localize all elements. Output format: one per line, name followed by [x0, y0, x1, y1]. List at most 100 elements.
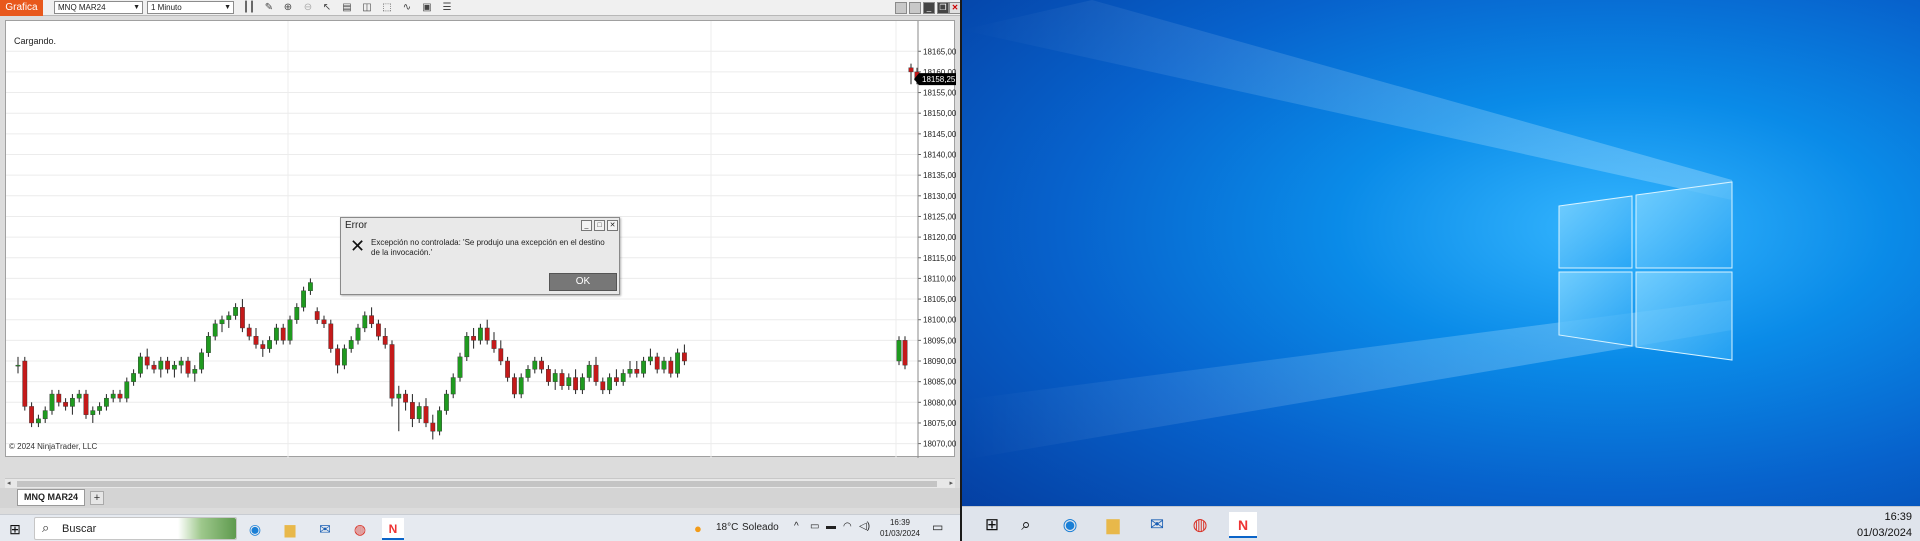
start-icon[interactable]: ⊞	[978, 512, 1006, 538]
y-tick-label: 18070,00	[923, 440, 956, 449]
start-icon[interactable]: ⊞	[4, 518, 26, 540]
clock-time[interactable]: 16:39	[878, 518, 922, 527]
current-price-label: 18158,25	[922, 75, 956, 84]
weather-icon[interactable]: ●	[694, 521, 702, 536]
error-dialog: Error _ □ ✕ ✕ Excepción no controlada: '…	[340, 217, 620, 295]
candle-down	[56, 393, 62, 403]
y-tick-label: 18080,00	[923, 398, 956, 407]
candle-up	[348, 340, 354, 349]
dialog-title: Error	[345, 220, 368, 231]
file-explorer-icon[interactable]: ▆	[279, 518, 301, 540]
candle-up	[267, 340, 272, 349]
candle-up	[137, 356, 143, 374]
ninjatrader-icon[interactable]: N	[382, 518, 404, 540]
ninjatrader-icon[interactable]: N	[1229, 512, 1257, 538]
y-tick-label: 18105,00	[923, 295, 956, 304]
edge-icon[interactable]: ◉	[1056, 512, 1084, 538]
candle-up	[233, 307, 238, 316]
candle-down	[151, 364, 157, 370]
wifi-icon[interactable]: ◠	[843, 521, 852, 532]
tile-icon[interactable]	[895, 2, 907, 14]
search-input[interactable]: ⌕ Buscar	[34, 517, 237, 540]
zoom-out-icon[interactable]: ⊖	[301, 1, 315, 15]
weather-text[interactable]: Soleado	[742, 522, 779, 533]
candle-up	[36, 418, 41, 424]
candle-down	[654, 356, 660, 370]
chart-toolbar: Grafica MNQ MAR24 ▼ 1 Minuto ▼ ┃┃ ✎ ⊕ ⊖ …	[0, 0, 960, 16]
clock-time[interactable]: 16:39	[1884, 511, 1912, 523]
weather-temp[interactable]: 18°C	[716, 522, 738, 533]
ok-button[interactable]: OK	[549, 273, 617, 291]
mail-icon[interactable]: ✉	[1143, 512, 1171, 538]
clock-date[interactable]: 01/03/2024	[876, 529, 924, 538]
candle-down	[512, 377, 517, 395]
candle-down	[403, 393, 408, 403]
candle-up	[212, 323, 218, 337]
volume-icon[interactable]: ◁)	[859, 521, 870, 532]
candle-down	[902, 340, 908, 366]
interval-select[interactable]: 1 Minuto ▼	[147, 1, 234, 14]
error-x-icon: ✕	[350, 236, 366, 256]
candle-up	[178, 360, 184, 366]
candle-up	[294, 307, 300, 320]
zoom-in-icon[interactable]: ⊕	[281, 1, 295, 15]
file-explorer-icon[interactable]: ▆	[1099, 512, 1127, 538]
list-icon[interactable]: ☰	[440, 1, 454, 15]
notification-icon[interactable]: ▭	[932, 520, 943, 534]
candle-up	[219, 319, 225, 325]
strategy-icon[interactable]: ▣	[420, 1, 434, 15]
candle-down	[260, 344, 266, 349]
clock-date[interactable]: 01/03/2024	[1857, 527, 1912, 539]
restore-button[interactable]: ❐	[937, 2, 949, 14]
draw-pencil-icon[interactable]: ✎	[262, 1, 276, 15]
search-icon[interactable]: ⌕	[1012, 512, 1040, 538]
candle-down	[634, 369, 640, 374]
chart-tab-bar: MNQ MAR24 +	[0, 488, 960, 508]
close-icon[interactable]: ✕	[607, 220, 618, 231]
candle-up	[518, 377, 524, 395]
y-tick-label: 18090,00	[923, 357, 956, 366]
chrome-icon[interactable]: ◍	[1186, 512, 1214, 538]
candle-down	[280, 327, 286, 341]
chrome-icon[interactable]: ◍	[349, 518, 371, 540]
network-icon[interactable]: ▭	[810, 521, 819, 532]
candle-up	[627, 369, 633, 374]
y-tick-label: 18095,00	[923, 336, 956, 345]
chevron-down-icon: ▼	[224, 4, 231, 11]
minimize-button[interactable]: _	[923, 2, 935, 14]
horizontal-scrollbar[interactable]: ◂ ▸	[5, 478, 955, 488]
pointer-icon[interactable]: ↖	[320, 1, 334, 15]
light-beam	[962, 0, 1732, 200]
window-title[interactable]: Grafica	[0, 0, 43, 16]
instrument-select[interactable]: MNQ MAR24 ▼	[54, 1, 143, 14]
candle-up	[205, 336, 211, 353]
chevron-up-icon[interactable]: ^	[794, 521, 799, 532]
mail-icon[interactable]: ✉	[314, 518, 336, 540]
candle-down	[410, 402, 415, 420]
candle-up	[90, 410, 96, 415]
properties-icon[interactable]: ▤	[340, 1, 354, 15]
template-icon[interactable]: ◫	[360, 1, 374, 15]
tile-icon[interactable]	[909, 2, 921, 14]
candle-up	[641, 360, 647, 374]
scroll-thumb[interactable]	[17, 481, 937, 487]
candle-down	[505, 360, 510, 378]
scroll-right-icon[interactable]: ▸	[949, 479, 953, 487]
search-placeholder: Buscar	[62, 523, 97, 535]
maximize-icon[interactable]: □	[594, 220, 605, 231]
candle-up	[199, 352, 204, 370]
edge-icon[interactable]: ◉	[244, 518, 266, 540]
snapshot-icon[interactable]: ⬚	[380, 1, 394, 15]
candle-down	[369, 315, 374, 325]
scroll-left-icon[interactable]: ◂	[7, 479, 11, 487]
add-tab-button[interactable]: +	[90, 491, 104, 505]
candle-up	[15, 364, 21, 367]
indicator-icon[interactable]: ∿	[400, 1, 414, 15]
candle-up	[308, 282, 313, 292]
minimize-icon[interactable]: _	[581, 220, 592, 231]
close-button[interactable]: ✕	[949, 2, 960, 14]
tab-mnq-mar24[interactable]: MNQ MAR24	[17, 489, 85, 506]
battery-icon[interactable]: ▬	[826, 521, 836, 532]
candle-down	[376, 323, 381, 337]
bar-type-icon[interactable]: ┃┃	[242, 1, 256, 15]
